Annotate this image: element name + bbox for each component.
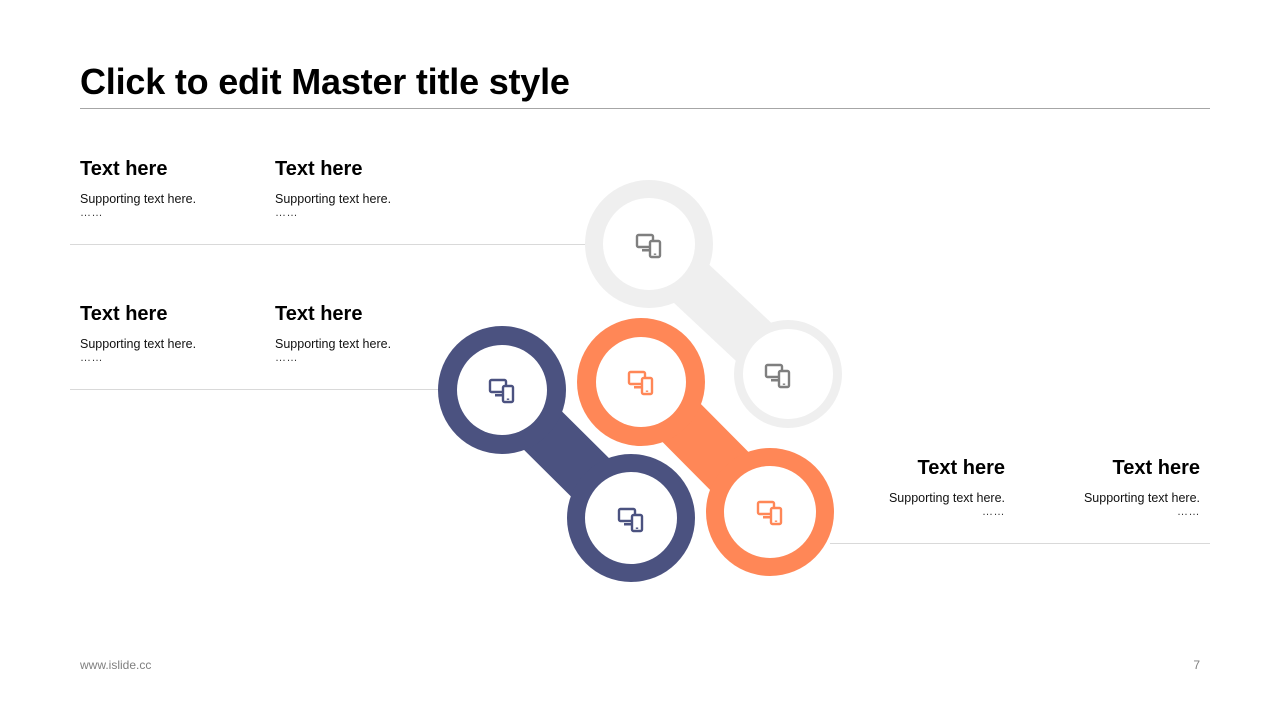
linked-rings-graphic: [438, 180, 842, 582]
page-number: 7: [1193, 658, 1200, 672]
footer-url: www.islide.cc: [80, 658, 152, 672]
